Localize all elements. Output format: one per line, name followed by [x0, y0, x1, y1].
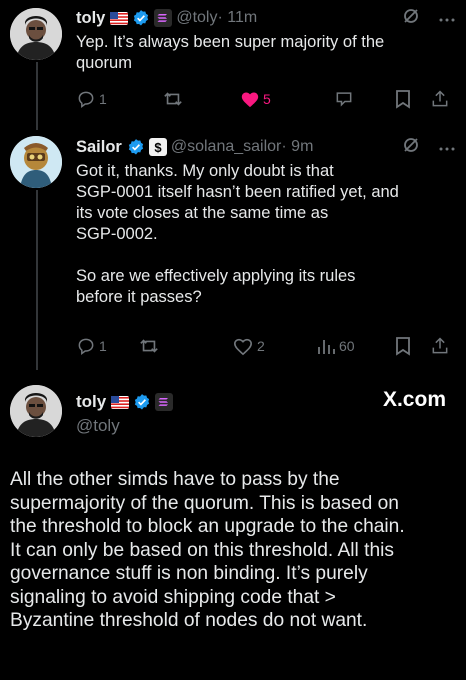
tweet-header: Sailor $ @solana_sailor · 9m	[76, 135, 456, 159]
like-icon	[232, 336, 254, 356]
tweet-line: So are we effectively applying its rules	[76, 267, 356, 285]
bookmark-icon	[394, 89, 412, 109]
tweet-line: signaling to avoid shipping code that >	[10, 586, 336, 608]
avatar[interactable]	[10, 385, 62, 437]
like-icon	[240, 90, 260, 108]
tweet-text: Got it, thanks. My only doubt is that SG…	[76, 161, 456, 308]
grok-action-button[interactable]	[334, 89, 354, 109]
retweet-button[interactable]	[162, 89, 184, 109]
share-icon	[430, 89, 450, 109]
tweet-header: toly @toly · 11m	[76, 6, 456, 30]
display-name[interactable]: toly	[76, 9, 105, 28]
tweet[interactable]: toly @toly · 11m Yep. It’s always been s…	[76, 6, 456, 74]
views-count: 60	[339, 338, 355, 354]
thread-line	[36, 190, 38, 370]
like-count: 2	[257, 338, 265, 354]
author-block: toly @toly	[76, 390, 177, 436]
tweet-text: Yep. It’s always been super majority of …	[76, 32, 456, 74]
timestamp[interactable]: · 9m	[281, 138, 313, 156]
avatar[interactable]	[10, 136, 62, 188]
retweet-icon	[162, 89, 184, 109]
verified-icon	[127, 138, 145, 156]
tweet-line: SGP-0001 itself hasn’t been ratified yet…	[76, 183, 399, 201]
tweet-line: supermajority of the quorum. This is bas…	[10, 492, 399, 514]
solana-badge-icon	[155, 393, 174, 411]
reply-button[interactable]: 1	[76, 336, 107, 356]
bookmark-icon	[394, 336, 412, 356]
bookmark-button[interactable]	[394, 89, 412, 109]
sailor-badge-icon: $	[148, 138, 167, 156]
tweet-line: Got it, thanks. My only doubt is that	[76, 162, 334, 180]
action-bar: 1 5	[76, 88, 456, 110]
tweet-line: Yep. It’s always been super majority of …	[76, 33, 385, 51]
bookmark-button[interactable]	[394, 336, 412, 356]
reply-count: 1	[99, 338, 107, 354]
svg-text:$: $	[154, 140, 162, 155]
flag-us-icon	[110, 11, 129, 25]
views-icon	[316, 337, 336, 355]
tweet-line: quorum	[76, 54, 132, 72]
retweet-icon	[138, 336, 160, 356]
reply-icon	[76, 336, 96, 356]
tweet-line: governance stuff is non binding. It’s pu…	[10, 563, 368, 584]
share-icon	[430, 336, 450, 356]
like-count: 5	[263, 91, 271, 107]
tweet-line: It can only be based on this threshold. …	[10, 539, 394, 561]
share-button[interactable]	[430, 336, 450, 356]
thread-line	[36, 62, 38, 130]
verified-icon	[132, 9, 150, 27]
views-button[interactable]: 60	[316, 337, 355, 355]
more-icon[interactable]	[438, 138, 456, 157]
grok-icon[interactable]	[402, 136, 420, 159]
x-watermark: X.com	[382, 388, 446, 411]
more-icon[interactable]	[438, 9, 456, 28]
verified-icon	[133, 393, 151, 411]
solana-badge-icon	[154, 9, 173, 27]
action-bar: 1 2 60	[76, 335, 456, 357]
tweet-line: before it passes?	[76, 288, 202, 306]
tweet-text: All the other simds have to pass by the …	[10, 468, 456, 633]
tweet-header: toly	[76, 390, 177, 414]
tweet-line: the threshold to block an upgrade to the…	[10, 516, 405, 537]
like-button[interactable]: 5	[240, 90, 271, 108]
like-button[interactable]: 2	[232, 336, 265, 356]
reply-icon	[76, 89, 96, 109]
share-button[interactable]	[430, 89, 450, 109]
tweet-line: Byzantine threshold of nodes do not want…	[10, 610, 368, 631]
avatar[interactable]	[10, 8, 62, 60]
retweet-button[interactable]	[138, 336, 160, 356]
tweet-line: SGP-0002.	[76, 225, 158, 243]
flag-us-icon	[111, 395, 130, 409]
display-name[interactable]: toly	[76, 392, 106, 412]
reply-button[interactable]: 1	[76, 89, 107, 109]
tweet[interactable]: Sailor $ @solana_sailor · 9m Got it, tha…	[76, 135, 456, 308]
handle[interactable]: @solana_sailor	[171, 138, 282, 156]
timestamp[interactable]: · 11m	[217, 9, 257, 27]
display-name[interactable]: Sailor	[76, 138, 122, 157]
tweet-line	[76, 245, 456, 266]
handle[interactable]: @toly	[176, 9, 217, 27]
tweet-line: All the other simds have to pass by the	[10, 469, 340, 490]
grok-icon[interactable]	[402, 7, 420, 30]
tweet-line: its vote closes at the same time as	[76, 204, 329, 222]
reply-count: 1	[99, 91, 107, 107]
handle[interactable]: @toly	[76, 416, 177, 436]
